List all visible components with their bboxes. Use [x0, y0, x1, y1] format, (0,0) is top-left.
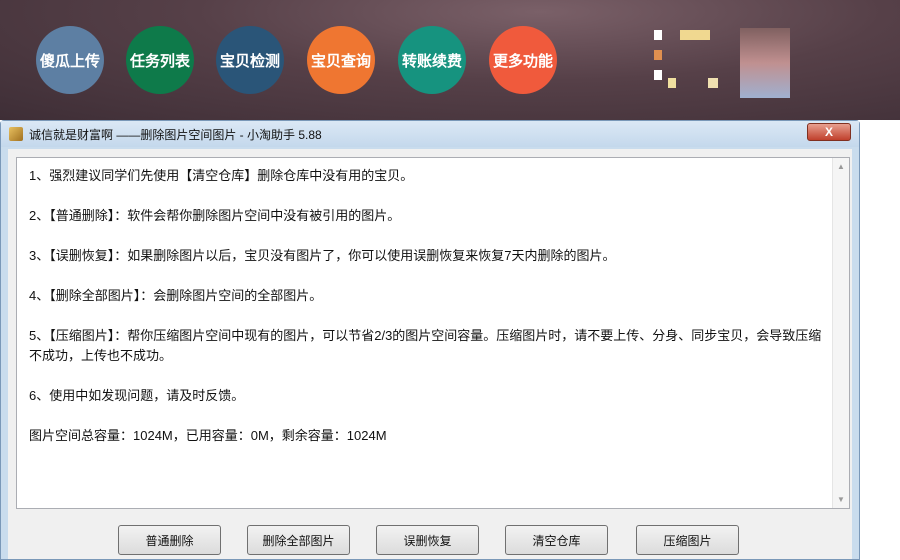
- compress-images-button[interactable]: 压缩图片: [636, 525, 739, 555]
- info-line: 1、强烈建议同学们先使用【清空仓库】删除仓库中没有用的宝贝。: [29, 168, 414, 183]
- delete-all-images-button[interactable]: 删除全部图片: [247, 525, 350, 555]
- close-button[interactable]: X: [807, 123, 851, 141]
- upload-button[interactable]: 傻瓜上传: [36, 26, 104, 94]
- scroll-down-icon[interactable]: ▼: [837, 495, 845, 504]
- window-title: 诚信就是财富啊 ——删除图片空间图片 - 小淘助手 5.88: [29, 127, 322, 142]
- recharge-button[interactable]: 转账续费: [398, 26, 466, 94]
- window-client: 1、强烈建议同学们先使用【清空仓库】删除仓库中没有用的宝贝。 2、【普通删除】：…: [8, 149, 852, 559]
- more-features-button[interactable]: 更多功能: [489, 26, 557, 94]
- app-window: 诚信就是财富啊 ——删除图片空间图片 - 小淘助手 5.88 X 1、强烈建议同…: [0, 120, 860, 560]
- app-icon: [9, 127, 23, 141]
- info-line: 2、【普通删除】：软件会帮你删除图片空间中没有被引用的图片。: [29, 208, 401, 223]
- scroll-up-icon[interactable]: ▲: [837, 162, 845, 171]
- top-banner: 傻瓜上传 任务列表 宝贝检测 宝贝查询 转账续费 更多功能: [0, 0, 900, 120]
- info-line: 6、使用中如发现问题，请及时反馈。: [29, 388, 245, 403]
- info-line: 4、【删除全部图片】：会删除图片空间的全部图片。: [29, 288, 323, 303]
- info-line: 3、【误删恢复】：如果删除图片以后，宝贝没有图片了，你可以使用误删恢复来恢复7天…: [29, 248, 616, 263]
- pixelated-avatar: [648, 20, 823, 100]
- clear-warehouse-button[interactable]: 清空仓库: [505, 525, 608, 555]
- vertical-scrollbar[interactable]: ▲ ▼: [832, 158, 849, 508]
- normal-delete-button[interactable]: 普通删除: [118, 525, 221, 555]
- capacity-info: 图片空间总容量：1024M，已用容量：0M，剩余容量：1024M: [29, 428, 387, 443]
- task-list-button[interactable]: 任务列表: [126, 26, 194, 94]
- info-textarea[interactable]: 1、强烈建议同学们先使用【清空仓库】删除仓库中没有用的宝贝。 2、【普通删除】：…: [16, 157, 850, 509]
- item-query-button[interactable]: 宝贝查询: [307, 26, 375, 94]
- title-bar: 诚信就是财富啊 ——删除图片空间图片 - 小淘助手 5.88: [1, 121, 859, 147]
- item-check-button[interactable]: 宝贝检测: [216, 26, 284, 94]
- info-line: 5、【压缩图片】：帮你压缩图片空间中现有的图片，可以节省2/3的图片空间容量。压…: [29, 328, 822, 363]
- undo-delete-button[interactable]: 误删恢复: [376, 525, 479, 555]
